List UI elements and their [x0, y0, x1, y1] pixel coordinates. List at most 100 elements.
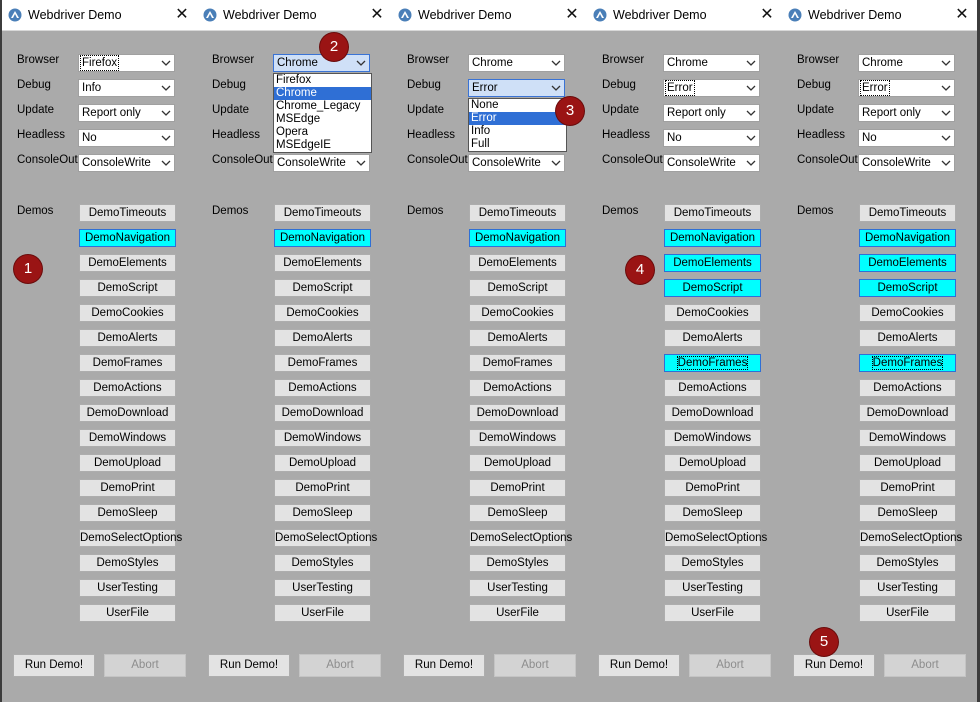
demo-button-usertesting[interactable]: UserTesting: [469, 579, 566, 597]
demo-button-demoactions[interactable]: DemoActions: [859, 379, 956, 397]
abort-button[interactable]: Abort: [299, 654, 381, 677]
consoleout-combobox[interactable]: ConsoleWrite: [273, 154, 370, 172]
dropdown-option[interactable]: MSEdge: [274, 113, 371, 126]
demo-button-demosleep[interactable]: DemoSleep: [859, 504, 956, 522]
browser-combobox[interactable]: Chrome: [273, 54, 370, 72]
consoleout-combobox[interactable]: ConsoleWrite: [663, 154, 760, 172]
demo-button-demostyles[interactable]: DemoStyles: [274, 554, 371, 572]
demo-button-demoelements[interactable]: DemoElements: [274, 254, 371, 272]
demo-button-userfile[interactable]: UserFile: [469, 604, 566, 622]
dropdown-option[interactable]: Firefox: [274, 74, 371, 87]
demo-button-demosleep[interactable]: DemoSleep: [469, 504, 566, 522]
run-demo-button[interactable]: Run Demo!: [403, 654, 485, 677]
dropdown-option[interactable]: Chrome: [274, 87, 371, 100]
demo-button-demosleep[interactable]: DemoSleep: [274, 504, 371, 522]
demo-button-demoactions[interactable]: DemoActions: [79, 379, 176, 397]
demo-button-demoselectoptions[interactable]: DemoSelectOptions: [664, 529, 767, 547]
demo-button-usertesting[interactable]: UserTesting: [274, 579, 371, 597]
debug-combobox[interactable]: Error: [663, 79, 760, 97]
dropdown-option[interactable]: MSEdgeIE: [274, 139, 371, 152]
demo-button-demoframes[interactable]: DemoFrames: [274, 354, 371, 372]
demo-button-demoselectoptions[interactable]: DemoSelectOptions: [469, 529, 572, 547]
demo-button-demoselectoptions[interactable]: DemoSelectOptions: [79, 529, 182, 547]
demo-button-demosleep[interactable]: DemoSleep: [664, 504, 761, 522]
dropdown-option[interactable]: Chrome_Legacy: [274, 100, 371, 113]
demo-button-demotimeouts[interactable]: DemoTimeouts: [469, 204, 566, 222]
demo-button-demoprint[interactable]: DemoPrint: [664, 479, 761, 497]
update-combobox[interactable]: Report only: [663, 104, 760, 122]
demo-button-demoframes[interactable]: DemoFrames: [859, 354, 956, 372]
demo-button-demoscript[interactable]: DemoScript: [274, 279, 371, 297]
demo-button-demoprint[interactable]: DemoPrint: [79, 479, 176, 497]
demo-button-demoalerts[interactable]: DemoAlerts: [79, 329, 176, 347]
demo-button-demoelements[interactable]: DemoElements: [79, 254, 176, 272]
consoleout-combobox[interactable]: ConsoleWrite: [468, 154, 565, 172]
demo-button-demoscript[interactable]: DemoScript: [664, 279, 761, 297]
demo-button-demodownload[interactable]: DemoDownload: [274, 404, 371, 422]
abort-button[interactable]: Abort: [689, 654, 771, 677]
demo-button-demoprint[interactable]: DemoPrint: [469, 479, 566, 497]
dropdown-option[interactable]: Opera: [274, 126, 371, 139]
run-demo-button[interactable]: Run Demo!: [13, 654, 95, 677]
abort-button[interactable]: Abort: [884, 654, 966, 677]
run-demo-button[interactable]: Run Demo!: [598, 654, 680, 677]
demo-button-demonavigation[interactable]: DemoNavigation: [79, 229, 176, 247]
demo-button-democookies[interactable]: DemoCookies: [664, 304, 761, 322]
demo-button-demoupload[interactable]: DemoUpload: [859, 454, 956, 472]
demo-button-demotimeouts[interactable]: DemoTimeouts: [859, 204, 956, 222]
demo-button-demostyles[interactable]: DemoStyles: [664, 554, 761, 572]
consoleout-combobox[interactable]: ConsoleWrite: [858, 154, 955, 172]
demo-button-demowindows[interactable]: DemoWindows: [79, 429, 176, 447]
demo-button-demoupload[interactable]: DemoUpload: [274, 454, 371, 472]
demo-button-demoprint[interactable]: DemoPrint: [859, 479, 956, 497]
debug-combobox[interactable]: Error: [468, 79, 565, 97]
close-icon[interactable]: ✕: [171, 4, 193, 26]
browser-combobox[interactable]: Chrome: [468, 54, 565, 72]
demo-button-demowindows[interactable]: DemoWindows: [664, 429, 761, 447]
dropdown-option[interactable]: None: [469, 99, 566, 112]
demo-button-userfile[interactable]: UserFile: [79, 604, 176, 622]
demo-button-demodownload[interactable]: DemoDownload: [79, 404, 176, 422]
dropdown-option[interactable]: Full: [469, 138, 566, 151]
dropdown-option[interactable]: Info: [469, 125, 566, 138]
demo-button-demoselectoptions[interactable]: DemoSelectOptions: [859, 529, 962, 547]
demo-button-demotimeouts[interactable]: DemoTimeouts: [79, 204, 176, 222]
close-icon[interactable]: ✕: [951, 4, 973, 26]
demo-button-demoelements[interactable]: DemoElements: [859, 254, 956, 272]
demo-button-demonavigation[interactable]: DemoNavigation: [274, 229, 371, 247]
demo-button-demoelements[interactable]: DemoElements: [469, 254, 566, 272]
close-icon[interactable]: ✕: [756, 4, 778, 26]
demo-button-demoframes[interactable]: DemoFrames: [469, 354, 566, 372]
close-icon[interactable]: ✕: [561, 4, 583, 26]
demo-button-demoactions[interactable]: DemoActions: [664, 379, 761, 397]
headless-combobox[interactable]: No: [858, 129, 955, 147]
update-combobox[interactable]: Report only: [858, 104, 955, 122]
update-combobox[interactable]: Report only: [78, 104, 175, 122]
demo-button-demoelements[interactable]: DemoElements: [664, 254, 761, 272]
headless-combobox[interactable]: No: [663, 129, 760, 147]
browser-combobox[interactable]: Firefox: [78, 54, 175, 72]
consoleout-combobox[interactable]: ConsoleWrite: [78, 154, 175, 172]
demo-button-demoframes[interactable]: DemoFrames: [79, 354, 176, 372]
demo-button-demonavigation[interactable]: DemoNavigation: [859, 229, 956, 247]
demo-button-demoalerts[interactable]: DemoAlerts: [274, 329, 371, 347]
debug-combobox[interactable]: Info: [78, 79, 175, 97]
debug-combobox[interactable]: Error: [858, 79, 955, 97]
demo-button-demoselectoptions[interactable]: DemoSelectOptions: [274, 529, 377, 547]
demo-button-userfile[interactable]: UserFile: [859, 604, 956, 622]
demo-button-demoframes[interactable]: DemoFrames: [664, 354, 761, 372]
headless-combobox[interactable]: No: [78, 129, 175, 147]
demo-button-demoprint[interactable]: DemoPrint: [274, 479, 371, 497]
demo-button-demoscript[interactable]: DemoScript: [859, 279, 956, 297]
demo-button-democookies[interactable]: DemoCookies: [469, 304, 566, 322]
abort-button[interactable]: Abort: [494, 654, 576, 677]
demo-button-demoupload[interactable]: DemoUpload: [79, 454, 176, 472]
demo-button-demosleep[interactable]: DemoSleep: [79, 504, 176, 522]
close-icon[interactable]: ✕: [366, 4, 388, 26]
browser-combobox[interactable]: Chrome: [663, 54, 760, 72]
run-demo-button[interactable]: Run Demo!: [208, 654, 290, 677]
demo-button-userfile[interactable]: UserFile: [664, 604, 761, 622]
browser-combobox[interactable]: Chrome: [858, 54, 955, 72]
demo-button-demodownload[interactable]: DemoDownload: [469, 404, 566, 422]
demo-button-demoactions[interactable]: DemoActions: [469, 379, 566, 397]
